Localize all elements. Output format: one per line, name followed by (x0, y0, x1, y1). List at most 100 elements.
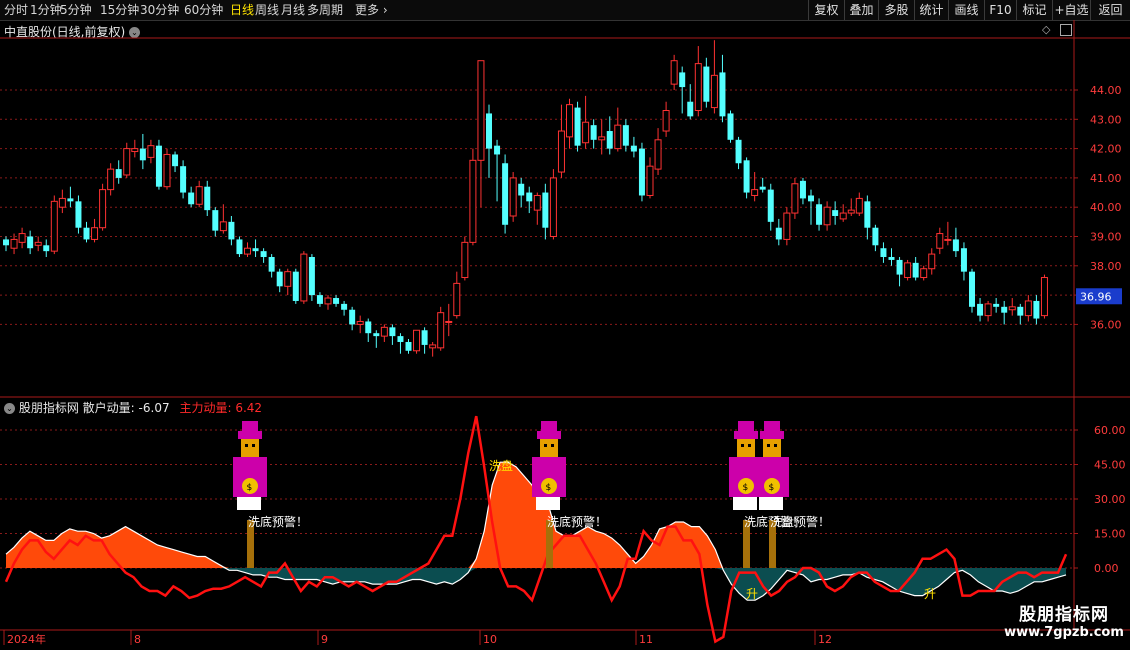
candle-body (719, 72, 726, 117)
candle-body (606, 131, 613, 149)
candle (43, 239, 50, 258)
candle (18, 227, 26, 249)
candle-body (864, 201, 871, 228)
toolbar-button-8[interactable]: 返回 (1090, 0, 1130, 20)
candle (180, 160, 187, 199)
toolbar-button-5[interactable]: F10 (984, 0, 1016, 20)
candle (83, 221, 90, 243)
period-tab-3[interactable]: 15分钟 (100, 0, 139, 20)
candle (960, 242, 967, 281)
candle (751, 172, 759, 202)
candle (920, 265, 928, 281)
candle-body (952, 239, 959, 252)
x-axis: 2024年 8 9 10 11 12 (3, 630, 832, 646)
candle (324, 295, 332, 310)
candle (276, 268, 283, 293)
last-price-label: 36.96 (1080, 290, 1112, 303)
signal-figure: $ 洗盘预警！ (755, 421, 830, 568)
period-tab-8[interactable]: 月线 (281, 0, 305, 20)
candle (614, 107, 622, 152)
period-tab-10[interactable]: 更多 › (355, 0, 388, 20)
candle (847, 198, 855, 216)
period-tab-0[interactable]: 分时 (4, 0, 28, 20)
x-label: 9 (321, 633, 328, 646)
period-tab-1[interactable]: 1分钟 (30, 0, 62, 20)
candle-body (308, 257, 315, 296)
candle (518, 177, 525, 208)
period-tab-4[interactable]: 30分钟 (140, 0, 179, 20)
candle (864, 195, 871, 240)
candle-body (27, 236, 34, 249)
candle (654, 128, 662, 175)
candle-body (228, 221, 235, 240)
candle-body (486, 113, 492, 149)
candle-body (147, 145, 155, 158)
candle (687, 84, 694, 120)
candle-body (155, 145, 162, 187)
candle (630, 136, 637, 158)
toolbar-button-1[interactable]: 叠加 (844, 0, 878, 20)
candle (566, 98, 573, 149)
candle-body (180, 166, 187, 193)
candle (373, 330, 380, 348)
toolbar-button-6[interactable]: 标记 (1016, 0, 1052, 20)
candle-body (590, 125, 597, 140)
toolbar-button-4[interactable]: 画线 (948, 0, 984, 20)
toolbar-button-2[interactable]: 多股 (878, 0, 914, 20)
candle-body (799, 180, 806, 199)
candle-body (808, 195, 814, 202)
candle (163, 148, 171, 190)
candle-body (195, 186, 203, 205)
figure-eye (774, 444, 777, 447)
candle-body (767, 189, 774, 222)
candle-body (236, 239, 243, 255)
candle-body (1017, 306, 1024, 316)
price-label: 39.00 (1090, 231, 1122, 244)
candle (131, 139, 139, 158)
toolbar-button-3[interactable]: 统计 (914, 0, 948, 20)
candle-body (397, 336, 404, 342)
candle-body (549, 177, 557, 237)
period-tab-6[interactable]: 日线 (230, 0, 254, 20)
candle (638, 142, 645, 202)
money-symbol: $ (247, 483, 253, 493)
candle (855, 192, 863, 216)
candle-body (83, 227, 90, 240)
candle-body (3, 239, 9, 246)
candle-body (694, 63, 702, 112)
period-tab-2[interactable]: 5分钟 (60, 0, 92, 20)
toolbar-button-0[interactable]: 复权 (808, 0, 844, 20)
indicator-panel: $洗底预警！$洗底预警！$洗底预警！$洗盘预警！洗盘升升 (4, 415, 1068, 644)
period-tab-9[interactable]: 多周期 (307, 0, 343, 20)
candle-body (904, 262, 912, 279)
candle-body (703, 66, 710, 102)
figure-eye (748, 444, 751, 447)
candle (58, 189, 66, 214)
candle-body (751, 189, 759, 196)
candle (502, 154, 509, 234)
candle (1017, 303, 1024, 325)
candle (341, 300, 348, 316)
candle-body (188, 192, 195, 205)
period-tab-5[interactable]: 60分钟 (184, 0, 223, 20)
candle-body (75, 201, 82, 228)
candle-body (389, 327, 396, 337)
candle (172, 151, 179, 173)
toolbar-button-7[interactable]: +自选 (1052, 0, 1090, 20)
figure-eye (544, 444, 547, 447)
candle-body (670, 60, 678, 85)
chart-area[interactable]: 44.0043.0042.0041.0040.0039.0038.0037.00… (0, 20, 1130, 650)
candle (34, 236, 42, 252)
candle-body (977, 303, 984, 316)
candle-body (502, 163, 509, 225)
candle (429, 341, 437, 357)
figure-eye (741, 444, 744, 447)
wash-label: 洗盘 (489, 458, 513, 473)
candle-body (630, 145, 637, 152)
watermark-url: www.7gpzb.com (1004, 625, 1124, 640)
candle (244, 242, 251, 258)
candle-body (566, 104, 573, 138)
candle (977, 298, 984, 322)
candle-body (212, 210, 219, 231)
period-tab-7[interactable]: 周线 (255, 0, 279, 20)
